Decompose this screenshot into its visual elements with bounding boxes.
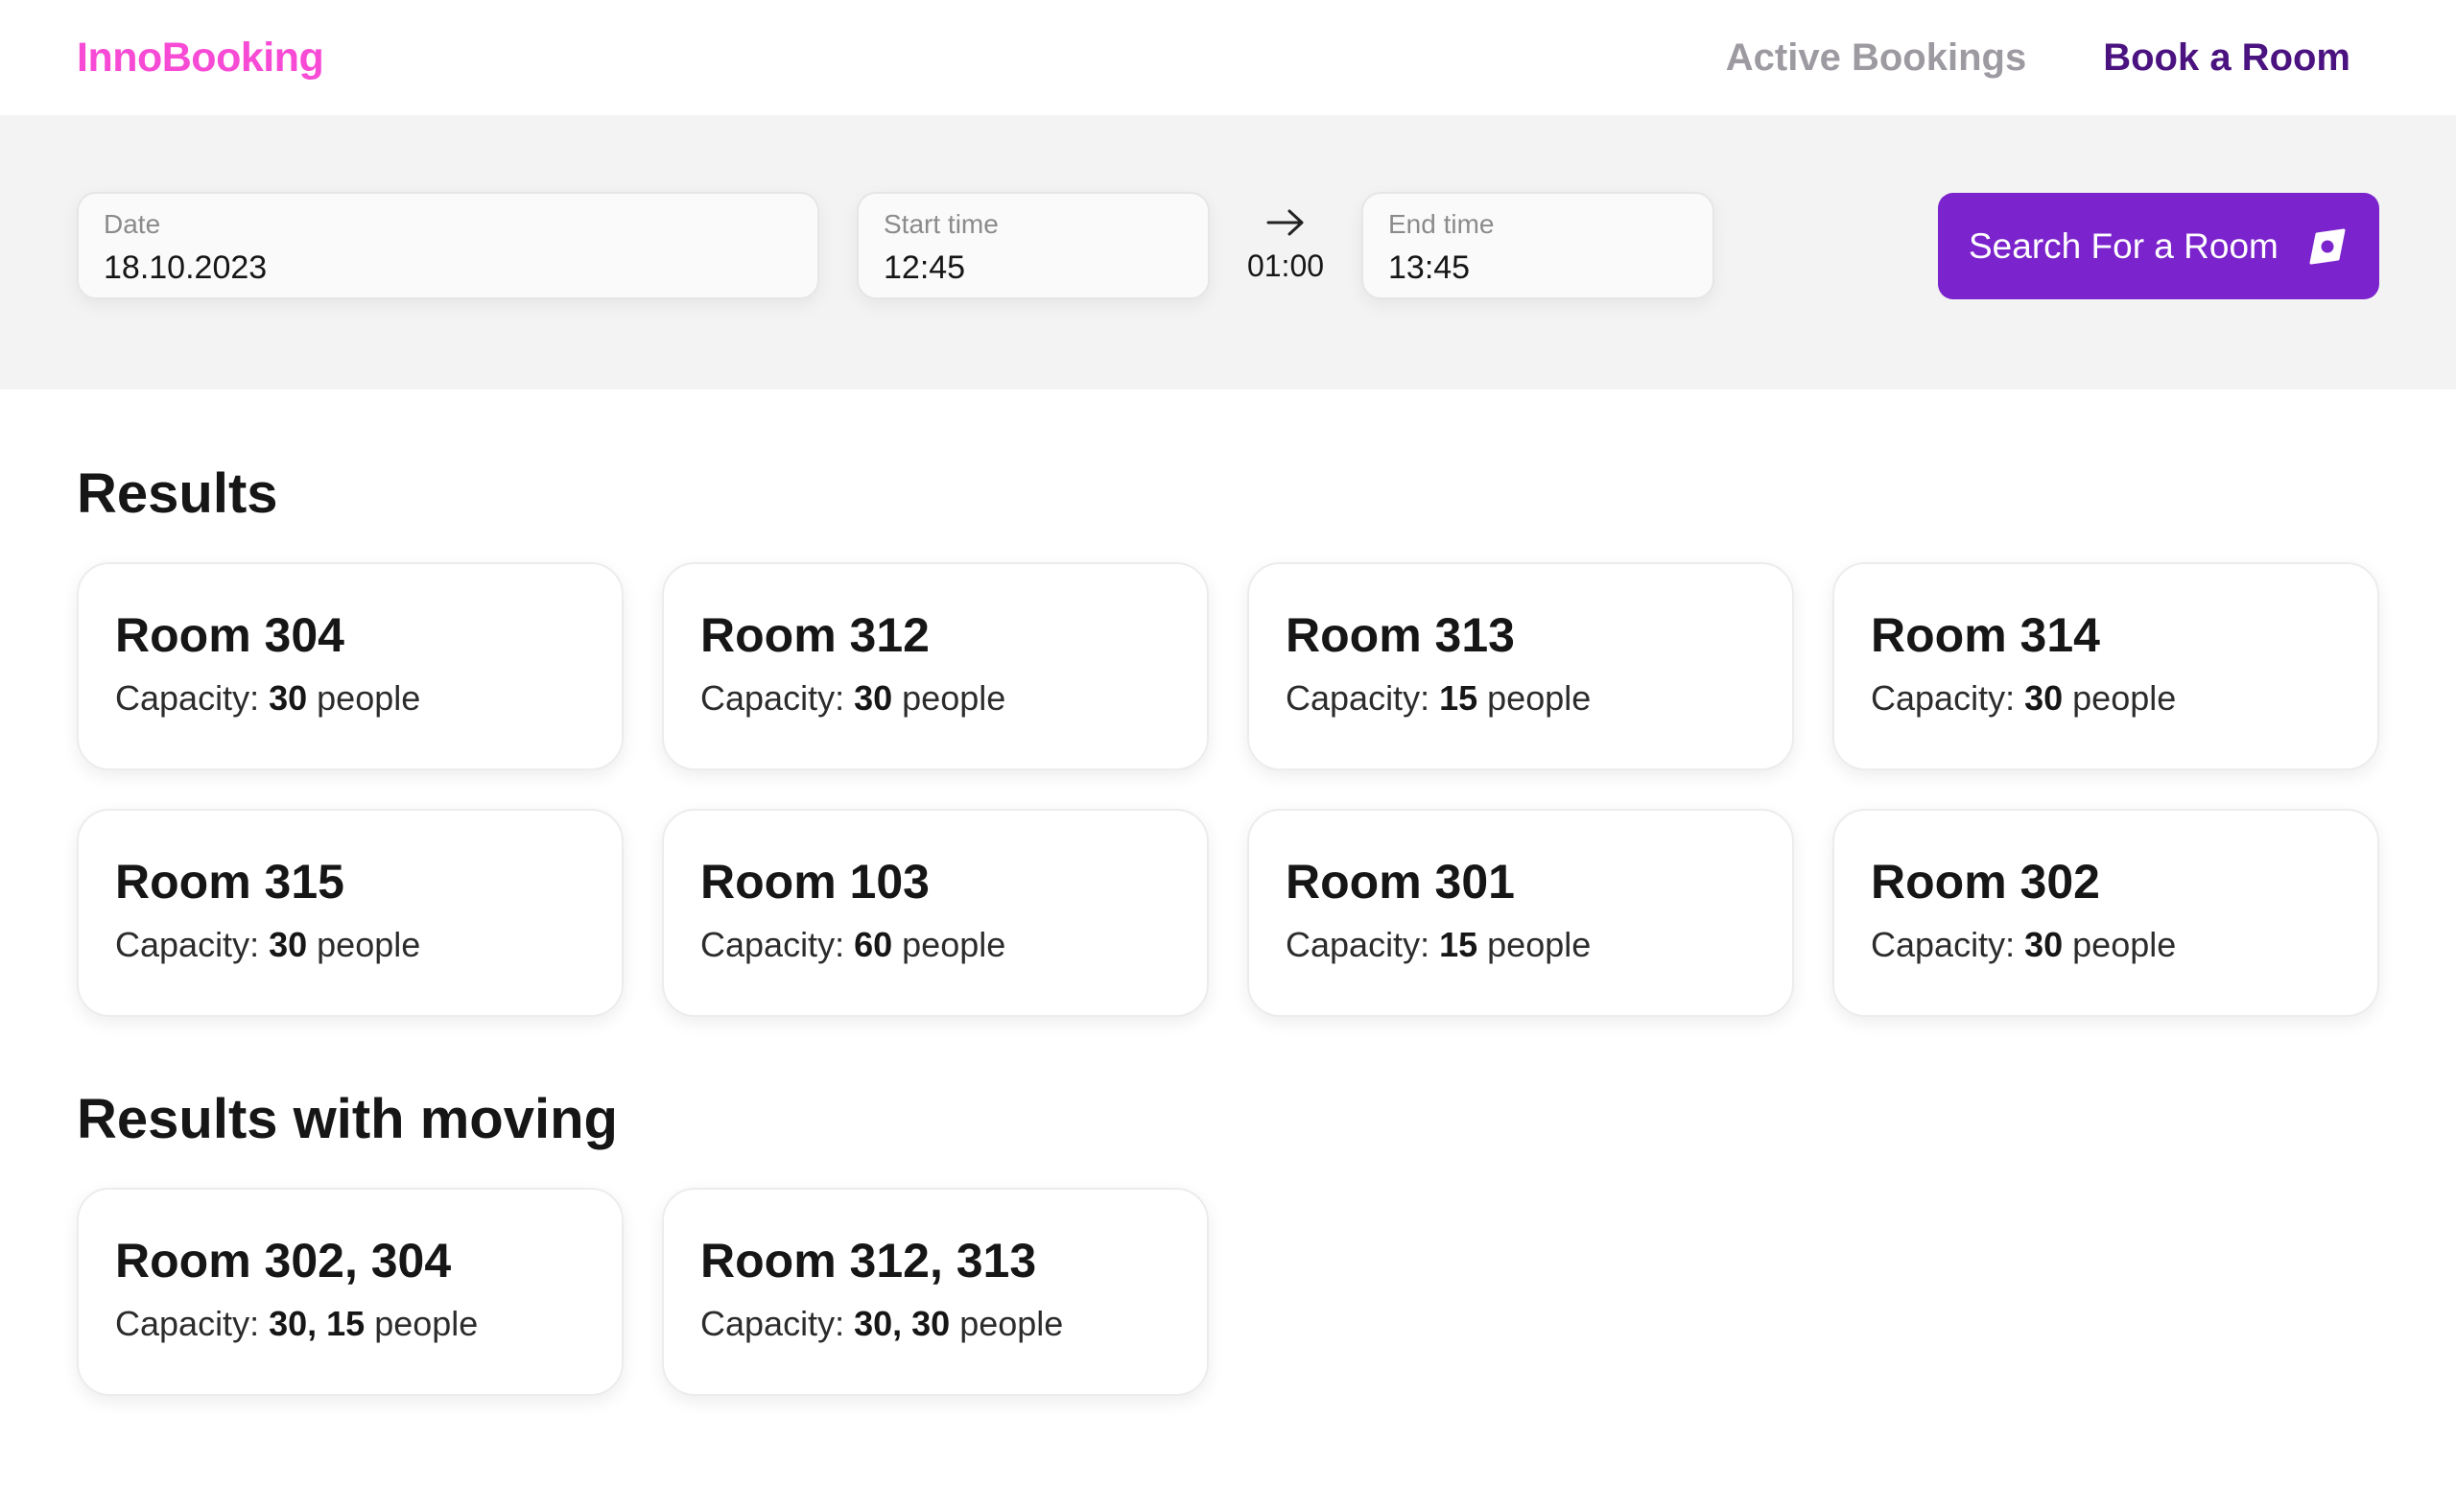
capacity-label: Capacity: [1286, 925, 1430, 964]
capacity-value: 30, 30 [854, 1304, 951, 1343]
nav-active-bookings[interactable]: Active Bookings [1726, 31, 2026, 84]
room-capacity: Capacity: 30 people [1871, 924, 2341, 966]
room-capacity: Capacity: 30 people [115, 677, 585, 720]
room-name: Room 302, 304 [115, 1234, 452, 1288]
compass-icon [2309, 228, 2346, 264]
room-capacity: Capacity: 30, 15 people [115, 1303, 585, 1345]
room-capacity: Capacity: 15 people [1286, 677, 1756, 720]
room-name: Room 315 [115, 855, 344, 909]
duration-value: 01:00 [1246, 248, 1325, 283]
room-name: Room 313 [1286, 608, 1515, 662]
capacity-value: 30 [269, 678, 308, 718]
room-name: Room 103 [700, 855, 930, 909]
room-card[interactable]: Room 312, 313 Capacity: 30, 30 people [662, 1188, 1209, 1396]
capacity-label: Capacity: [1871, 925, 2016, 964]
room-card[interactable]: Room 312 Capacity: 30 people [662, 562, 1209, 770]
capacity-value: 30, 15 [269, 1304, 366, 1343]
capacity-value: 30 [2024, 925, 2064, 964]
room-card[interactable]: Room 301 Capacity: 15 people [1247, 809, 1794, 1017]
capacity-value: 30 [2024, 678, 2064, 718]
capacity-value: 15 [1439, 925, 1478, 964]
date-field[interactable]: Date [77, 192, 819, 299]
end-time-label: End time [1388, 209, 1495, 239]
date-field-label: Date [104, 209, 161, 239]
capacity-unit: people [902, 678, 1006, 718]
capacity-value: 30 [269, 925, 308, 964]
results-with-moving-grid: Room 302, 304 Capacity: 30, 15 people Room… [77, 1188, 2379, 1396]
start-time-field[interactable]: Start time [857, 192, 1210, 299]
room-name: Room 312 [700, 608, 930, 662]
capacity-label: Capacity: [115, 925, 260, 964]
end-time-field[interactable]: End time [1361, 192, 1714, 299]
room-capacity: Capacity: 15 people [1286, 924, 1756, 966]
search-panel: Date Start time 01:00 End time Search Fo… [0, 115, 2456, 390]
capacity-unit: people [1487, 678, 1592, 718]
capacity-value: 30 [854, 678, 893, 718]
room-card[interactable]: Room 313 Capacity: 15 people [1247, 562, 1794, 770]
capacity-label: Capacity: [700, 1304, 845, 1343]
results-with-moving-heading: Results with moving [77, 1088, 618, 1150]
results-grid: Room 304 Capacity: 30 people Room 312 Capac… [77, 562, 2379, 1017]
capacity-unit: people [2072, 925, 2177, 964]
room-capacity: Capacity: 30 people [1871, 677, 2341, 720]
room-card[interactable]: Room 302 Capacity: 30 people [1832, 809, 2379, 1017]
capacity-label: Capacity: [700, 925, 845, 964]
capacity-unit: people [959, 1304, 1064, 1343]
start-time-input[interactable] [884, 248, 1183, 288]
brand-logo[interactable]: InnoBooking [77, 31, 324, 84]
capacity-value: 15 [1439, 678, 1478, 718]
room-card[interactable]: Room 315 Capacity: 30 people [77, 809, 624, 1017]
arrow-right-icon [1266, 209, 1304, 236]
capacity-label: Capacity: [1871, 678, 2016, 718]
room-name: Room 312, 313 [700, 1234, 1037, 1288]
end-time-input[interactable] [1388, 248, 1688, 288]
capacity-unit: people [1487, 925, 1592, 964]
room-capacity: Capacity: 30 people [700, 677, 1170, 720]
room-name: Room 301 [1286, 855, 1515, 909]
main-nav: Active Bookings Book a Room [1726, 31, 2350, 84]
room-card[interactable]: Room 103 Capacity: 60 people [662, 809, 1209, 1017]
date-input[interactable] [104, 248, 792, 288]
nav-book-a-room[interactable]: Book a Room [2103, 31, 2350, 84]
capacity-label: Capacity: [115, 678, 260, 718]
search-for-room-button[interactable]: Search For a Room [1938, 193, 2379, 299]
room-capacity: Capacity: 30 people [115, 924, 585, 966]
room-capacity: Capacity: 60 people [700, 924, 1170, 966]
top-navigation-bar: InnoBooking Active Bookings Book a Room [0, 0, 2456, 115]
room-card[interactable]: Room 302, 304 Capacity: 30, 15 people [77, 1188, 624, 1396]
room-name: Room 314 [1871, 608, 2100, 662]
capacity-unit: people [374, 1304, 479, 1343]
room-name: Room 302 [1871, 855, 2100, 909]
capacity-unit: people [317, 925, 421, 964]
capacity-value: 60 [854, 925, 893, 964]
results-heading: Results [77, 462, 278, 525]
capacity-label: Capacity: [700, 678, 845, 718]
capacity-label: Capacity: [1286, 678, 1430, 718]
room-card[interactable]: Room 314 Capacity: 30 people [1832, 562, 2379, 770]
room-name: Room 304 [115, 608, 344, 662]
search-button-label: Search For a Room [1969, 225, 2279, 266]
capacity-unit: people [902, 925, 1006, 964]
start-time-label: Start time [884, 209, 999, 239]
duration-indicator: 01:00 [1238, 206, 1334, 283]
capacity-unit: people [2072, 678, 2177, 718]
capacity-unit: people [317, 678, 421, 718]
room-capacity: Capacity: 30, 30 people [700, 1303, 1170, 1345]
capacity-label: Capacity: [115, 1304, 260, 1343]
room-card[interactable]: Room 304 Capacity: 30 people [77, 562, 624, 770]
